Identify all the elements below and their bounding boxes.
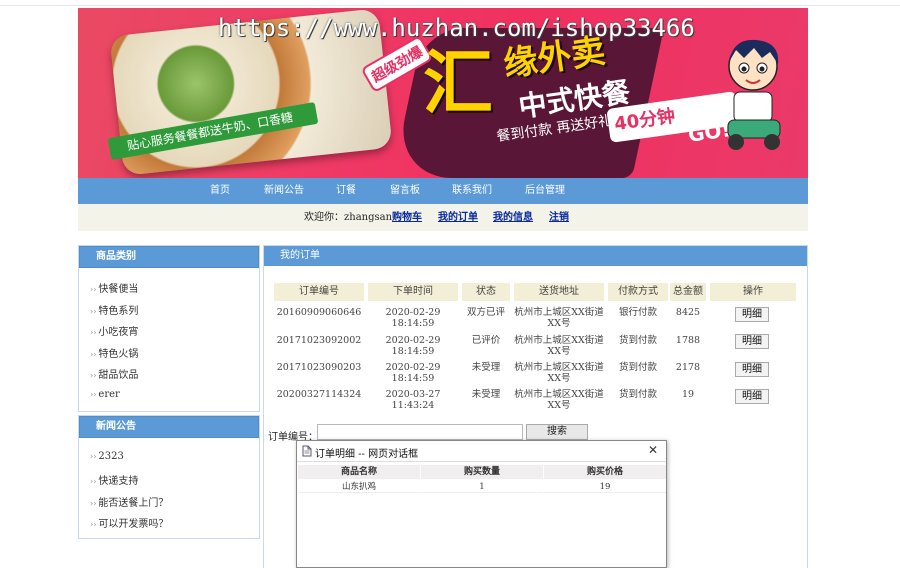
order-detail-dialog: 订单明细 -- 网页对话框 ✕ 商品名称 购买数量 购买价格 山东扒鸡 1 19 xyxy=(296,440,667,568)
main-nav: 首页 新闻公告 订餐 留言板 联系我们 后台管理 xyxy=(78,178,808,204)
col-order-id: 订单编号 xyxy=(274,283,364,301)
news-item[interactable]: ›› 能否送餐上门？ xyxy=(90,494,168,509)
cart-link[interactable]: 购物车 xyxy=(392,208,422,223)
dialog-item-price: 19 xyxy=(544,481,666,493)
order-number-input[interactable] xyxy=(317,424,523,440)
order-time: 2020-02-29 18:14:59 xyxy=(385,307,441,329)
order-payment: 银行付款 xyxy=(618,307,657,318)
category-item[interactable]: ›› 特色火锅 xyxy=(90,345,138,360)
dialog-titlebar[interactable]: 订单明细 -- 网页对话框 ✕ xyxy=(297,441,666,462)
welcome-greeting: 欢迎你：zhangsan xyxy=(304,212,393,223)
order-id: 20160909060646 xyxy=(276,307,362,318)
order-payment: 货到付款 xyxy=(618,335,657,346)
document-icon xyxy=(302,445,312,457)
category-item[interactable]: ›› 快餐便当 xyxy=(90,280,138,295)
close-icon[interactable]: ✕ xyxy=(648,443,658,457)
dialog-title: 订单明细 -- 网页对话框 xyxy=(315,449,419,460)
logout-link[interactable]: 注销 xyxy=(549,208,569,223)
order-detail-button[interactable]: 明细 xyxy=(735,362,769,377)
search-button[interactable]: 搜索 xyxy=(526,424,588,440)
col-order-time: 下单时间 xyxy=(368,283,458,301)
nav-guestbook[interactable]: 留言板 xyxy=(390,178,420,204)
order-address: 杭州市上城区XX街道XX号 xyxy=(514,389,604,411)
nav-home[interactable]: 首页 xyxy=(210,178,230,204)
dialog-item-qty: 1 xyxy=(421,481,543,493)
category-item[interactable]: ›› 甜品饮品 xyxy=(90,366,138,381)
order-id: 20171023092002 xyxy=(276,335,362,346)
col-action: 操作 xyxy=(710,283,796,301)
dialog-col-qty: 购买数量 xyxy=(421,465,543,479)
site-banner: 贴心服务餐餐都送牛奶、口香糖 超级劲爆 汇 缘外卖 中式快餐 餐到付款 再送好礼… xyxy=(78,8,808,178)
nav-news[interactable]: 新闻公告 xyxy=(264,178,304,204)
col-address: 送货地址 xyxy=(514,283,604,301)
order-payment: 货到付款 xyxy=(618,389,657,400)
news-item[interactable]: ›› 快递支持 xyxy=(90,472,138,487)
browser-top-strip xyxy=(0,0,900,6)
order-id: 20171023090203 xyxy=(276,362,362,373)
delivery-person-illustration xyxy=(727,39,781,150)
my-info-link[interactable]: 我的信息 xyxy=(493,208,533,223)
order-status: 未受理 xyxy=(471,362,501,373)
order-address: 杭州市上城区XX街道XX号 xyxy=(514,362,604,384)
nav-contact[interactable]: 联系我们 xyxy=(452,178,492,204)
category-item[interactable]: ›› 特色系列 xyxy=(90,302,138,317)
order-address: 杭州市上城区XX街道XX号 xyxy=(514,307,604,329)
order-total: 8425 xyxy=(675,307,701,318)
orders-title: 我的订单 xyxy=(264,246,807,266)
order-time: 2020-02-29 18:14:59 xyxy=(385,335,441,357)
category-item[interactable]: ›› 小吃夜宵 xyxy=(90,323,138,338)
news-title: 新闻公告 xyxy=(79,416,259,438)
news-item[interactable]: ›› 2323 xyxy=(90,451,124,462)
order-total: 19 xyxy=(681,389,695,400)
order-status: 双方已评 xyxy=(466,307,505,318)
order-address: 杭州市上城区XX街道XX号 xyxy=(514,335,604,357)
category-item[interactable]: ›› erer xyxy=(90,389,120,400)
watermark-url: https://www.huzhan.com/ishop33466 xyxy=(218,14,695,42)
nav-admin[interactable]: 后台管理 xyxy=(525,178,565,204)
dialog-col-name: 商品名称 xyxy=(298,465,420,479)
col-payment: 付款方式 xyxy=(608,283,668,301)
order-status: 已评价 xyxy=(471,335,501,346)
order-status: 未受理 xyxy=(471,389,501,400)
order-total: 2178 xyxy=(675,362,701,373)
order-detail-button[interactable]: 明细 xyxy=(735,307,769,322)
order-time: 2020-03-27 11:43:24 xyxy=(385,389,441,411)
banner-logo-char: 汇 xyxy=(423,42,493,124)
nav-order-food[interactable]: 订餐 xyxy=(336,178,356,204)
col-status: 状态 xyxy=(462,283,510,301)
order-id: 20200327114324 xyxy=(276,389,362,400)
my-orders-link[interactable]: 我的订单 xyxy=(438,208,478,223)
welcome-bar: 欢迎你：zhangsan 购物车 我的订单 我的信息 注销 xyxy=(78,204,808,231)
order-payment: 货到付款 xyxy=(618,362,657,373)
dialog-col-price: 购买价格 xyxy=(544,465,666,479)
order-time: 2020-02-29 18:14:59 xyxy=(385,362,441,384)
col-total: 总金额 xyxy=(670,283,706,301)
dialog-item-name: 山东扒鸡 xyxy=(298,481,420,493)
order-total: 1788 xyxy=(675,335,701,346)
order-detail-button[interactable]: 明细 xyxy=(735,334,769,349)
category-title: 商品类别 xyxy=(79,246,259,268)
order-detail-button[interactable]: 明细 xyxy=(735,389,769,404)
news-item[interactable]: ›› 可以开发票吗？ xyxy=(90,515,168,530)
